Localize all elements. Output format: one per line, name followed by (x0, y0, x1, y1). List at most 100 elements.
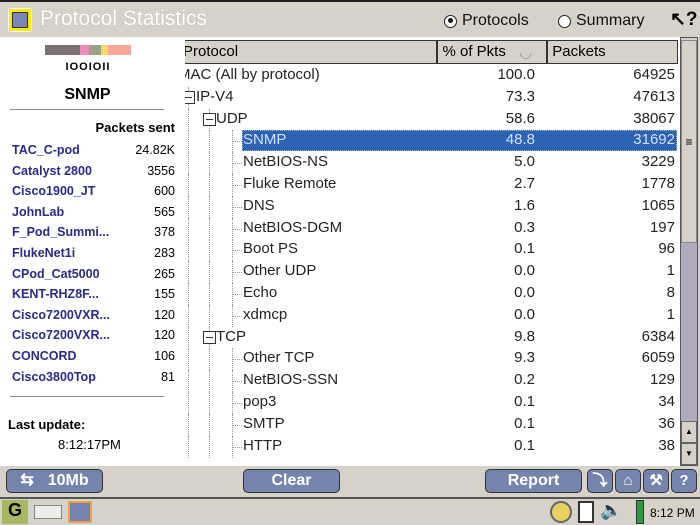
protocol-table: Protocol % of Pkts ◡ Packets MAC (All by … (185, 37, 680, 466)
start-menu-icon[interactable]: G (2, 500, 28, 524)
device-packets: 283 (154, 246, 175, 260)
protocol-name: IP-V4 (196, 87, 234, 105)
volume-icon[interactable]: 🔈 (600, 500, 622, 521)
device-row[interactable]: CONCORD 106 (12, 349, 175, 370)
divider (10, 396, 164, 397)
packets-value: 38067 (633, 109, 675, 127)
packets-value: 1 (666, 262, 675, 280)
help-icon[interactable]: ? (671, 469, 697, 493)
device-row[interactable]: Cisco7200VXR... 120 (12, 308, 175, 329)
app-task-icon[interactable] (68, 501, 92, 523)
table-row[interactable]: NetBIOS-SSN 0.2 129 (185, 370, 678, 393)
context-help-icon[interactable]: ↖? (670, 8, 698, 31)
table-row[interactable]: Fluke Remote 2.7 1778 (185, 174, 678, 196)
scrollbar-thumb[interactable]: ≡ (681, 40, 697, 243)
title-bar: Protocol Statistics Protocols Summary ↖? (0, 0, 700, 37)
device-row[interactable]: Cisco1900_JT 600 (12, 184, 175, 205)
packets-value: 6059 (641, 349, 675, 367)
vertical-scrollbar[interactable]: ≡ ▲ ▼ (680, 37, 698, 466)
pct-value: 2.7 (514, 175, 535, 192)
table-row[interactable]: SNMP 48.8 31692 (185, 130, 678, 153)
collapse-toggle-icon[interactable] (203, 112, 216, 126)
device-row[interactable]: FlukeNet1i 283 (12, 246, 175, 267)
table-row[interactable]: Echo 0.0 8 (185, 283, 678, 305)
clipboard-icon[interactable] (578, 501, 594, 523)
protocol-name: pop3 (243, 393, 277, 410)
selection-highlight (242, 130, 677, 152)
radio-summary[interactable]: Summary (558, 12, 644, 30)
pct-value: 0.1 (514, 393, 535, 410)
device-row[interactable]: Cisco3800Top 81 (12, 370, 175, 391)
packets-value: 38 (658, 436, 675, 454)
table-row[interactable]: MAC (All by protocol) 100.0 64925 (185, 65, 678, 87)
app-window-icon[interactable] (8, 8, 32, 32)
pct-value: 0.0 (514, 262, 535, 280)
packets-value: 8 (666, 284, 675, 301)
device-row[interactable]: TAC_C-pod 24.82K (12, 143, 175, 164)
collapse-toggle-icon[interactable] (203, 330, 216, 344)
table-row[interactable]: HTTP 0.1 38 (185, 435, 678, 458)
pct-value: 73.3 (505, 87, 535, 105)
keyboard-icon[interactable] (34, 505, 62, 519)
device-packets: 81 (161, 369, 175, 384)
device-packets: 600 (154, 184, 175, 199)
device-row[interactable]: CPod_Cat5000 265 (12, 267, 175, 288)
protocol-name: NetBIOS-NS (243, 153, 329, 171)
protocol-name: MAC (All by protocol) (185, 66, 320, 83)
scroll-up-button[interactable]: ▲ (681, 421, 697, 443)
table-row[interactable]: Boot PS 0.1 96 (185, 239, 678, 262)
table-row[interactable]: NetBIOS-DGM 0.3 197 (185, 217, 678, 240)
device-row[interactable]: Cisco7200VXR... 120 (12, 328, 175, 349)
column-header-pct[interactable]: % of Pkts ◡ (437, 40, 548, 64)
protocol-name: NetBIOS-SSN (243, 371, 339, 389)
last-update-time: 8:12:17PM (58, 437, 121, 452)
report-button[interactable]: Report (485, 469, 582, 493)
pct-value: 0.1 (514, 436, 535, 454)
table-row[interactable]: IP-V4 73.3 47613 (185, 86, 678, 109)
protocol-name: HTTP (243, 436, 283, 454)
device-row[interactable]: F_Pod_Summi... 378 (12, 225, 175, 246)
packets-value: 47613 (633, 87, 675, 105)
protocol-name: SNMP (243, 131, 287, 149)
pct-value: 0.2 (514, 371, 535, 389)
table-row[interactable]: Other TCP 9.3 6059 (185, 348, 678, 371)
device-name: JohnLab (12, 204, 65, 219)
tools-icon[interactable]: ⚒ (643, 469, 669, 493)
table-row[interactable]: SMTP 0.1 36 (185, 413, 678, 436)
device-row[interactable]: Catalyst 2800 3556 (12, 164, 175, 185)
logo-text: IOOIOII (65, 61, 111, 73)
device-packets: 24.82K (135, 143, 175, 157)
back-icon[interactable]: ⤵ (587, 469, 613, 493)
protocol-name: Fluke Remote (243, 175, 337, 192)
swap-arrows-icon: ⇆ (20, 472, 34, 489)
packets-value: 36 (658, 414, 675, 432)
speed-button[interactable]: ⇆ 10Mb (6, 469, 103, 493)
device-name: Cisco7200VXR... (12, 328, 110, 343)
protocol-name: Other UDP (243, 262, 317, 280)
device-name: Cisco7200VXR... (12, 307, 110, 322)
clear-button[interactable]: Clear (243, 469, 340, 493)
protocol-name: TCP (216, 327, 246, 345)
home-icon[interactable]: ⌂ (615, 469, 641, 493)
table-row[interactable]: xdmcp 0.0 1 (185, 304, 678, 327)
radio-protocols[interactable]: Protocols (444, 12, 529, 30)
scroll-down-button[interactable]: ▼ (681, 443, 697, 465)
column-header-packets[interactable]: Packets (547, 40, 678, 64)
device-row[interactable]: JohnLab 565 (12, 205, 175, 226)
table-row[interactable]: UDP 58.6 38067 (185, 108, 678, 131)
table-row[interactable]: TCP 9.8 6384 (185, 326, 678, 349)
scrollbar-track[interactable] (681, 243, 697, 421)
table-row[interactable]: NetBIOS-NS 5.0 3229 (185, 152, 678, 175)
network-light-icon[interactable] (550, 501, 572, 523)
table-row[interactable]: DNS 1.6 1065 (185, 195, 678, 218)
logo-bar (101, 45, 108, 55)
device-row[interactable]: KENT-RHZ8F... 155 (12, 287, 175, 308)
logo-bar (108, 45, 131, 55)
protocol-name: xdmcp (243, 305, 288, 323)
collapse-toggle-icon[interactable] (185, 90, 195, 104)
packets-value: 197 (649, 218, 675, 236)
logo-bar (45, 45, 80, 55)
column-header-protocol[interactable]: Protocol (185, 40, 438, 64)
table-row[interactable]: Other UDP 0.0 1 (185, 261, 678, 284)
table-row[interactable]: pop3 0.1 34 (185, 392, 678, 414)
